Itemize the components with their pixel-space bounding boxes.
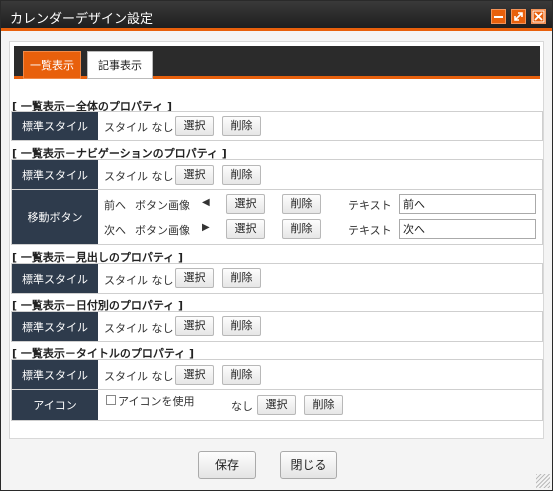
prev-delete-button[interactable]: 削除 [282,194,321,214]
tab-bar: 一覧表示 記事表示 [14,46,540,79]
save-button[interactable]: 保存 [198,451,256,479]
table-all-properties: 標準スタイル スタイル なし 選択 削除 [11,111,543,141]
icon-delete-button[interactable]: 削除 [304,395,343,415]
prev-text-label: テキスト [348,199,392,212]
window-title: カレンダーデザイン設定 [10,12,154,27]
select-button[interactable]: 選択 [175,165,214,185]
icon-value: なし [231,400,253,413]
select-button[interactable]: 選択 [175,316,214,336]
prev-arrow-icon: ◀ [202,197,210,208]
label-standard-style: 標準スタイル [12,360,98,389]
button-image-label: ボタン画像 [135,199,190,212]
close-icon[interactable] [531,9,546,24]
table-date-properties: 標準スタイル スタイル なし 選択 削除 [11,311,543,342]
delete-button[interactable]: 削除 [222,165,261,185]
next-delete-button[interactable]: 削除 [282,219,321,239]
prev-label: 前へ [104,199,126,212]
close-button[interactable]: 閉じる [280,451,337,479]
maximize-icon[interactable] [511,9,526,24]
content-panel: 一覧表示 記事表示 [ 一覧表示－全体のプロパティ ] 標準スタイル スタイル … [9,41,544,439]
label-standard-style: 標準スタイル [12,160,98,189]
delete-button[interactable]: 削除 [222,316,261,336]
table-nav-properties: 標準スタイル スタイル なし 選択 削除 移動ボタン 前へ ボタン画像 ◀ 選択… [11,159,543,245]
row-icon: アイコン アイコンを使用 なし 選択 削除 [12,390,542,420]
dialog-window: カレンダーデザイン設定 一覧表示 記事表示 [ 一覧表示－全体のプロパティ ] … [0,0,553,491]
label-icon: アイコン [12,390,98,420]
prev-text-input[interactable] [399,194,536,214]
minimize-icon[interactable] [491,9,506,24]
tab-list-view[interactable]: 一覧表示 [23,51,81,79]
icon-select-button[interactable]: 選択 [257,395,296,415]
use-icon-label: アイコンを使用 [118,395,195,408]
select-button[interactable]: 選択 [175,365,214,385]
style-value: スタイル なし [104,322,174,335]
next-label: 次へ [104,224,126,237]
next-text-input[interactable] [399,219,536,239]
tab-article-view[interactable]: 記事表示 [87,51,153,79]
style-value: スタイル なし [104,370,174,383]
style-value: スタイル なし [104,121,174,134]
style-value: スタイル なし [104,274,174,287]
next-arrow-icon: ▶ [202,222,210,233]
delete-button[interactable]: 削除 [222,268,261,288]
label-move-button: 移動ボタン [12,190,98,244]
style-value: スタイル なし [104,170,174,183]
label-standard-style: 標準スタイル [12,112,98,140]
table-heading-properties: 標準スタイル スタイル なし 選択 削除 [11,263,543,294]
label-standard-style: 標準スタイル [12,312,98,341]
delete-button[interactable]: 削除 [222,116,261,136]
row-standard-style: 標準スタイル スタイル なし 選択 削除 [12,360,542,390]
row-standard-style: 標準スタイル スタイル なし 選択 削除 [12,264,542,293]
select-button[interactable]: 選択 [175,268,214,288]
row-move-button: 移動ボタン 前へ ボタン画像 ◀ 選択 削除 テキスト 次へ ボタン画像 ▶ 選… [12,190,542,244]
resize-grip-icon[interactable] [536,474,550,488]
title-bar[interactable]: カレンダーデザイン設定 [1,1,552,31]
table-title-properties: 標準スタイル スタイル なし 選択 削除 アイコン アイコンを使用 なし 選択 … [11,359,543,421]
label-standard-style: 標準スタイル [12,264,98,293]
dialog-footer: 保存 閉じる [9,439,544,487]
select-button[interactable]: 選択 [175,116,214,136]
next-text-label: テキスト [348,224,392,237]
use-icon-checkbox[interactable] [106,395,116,405]
row-standard-style: 標準スタイル スタイル なし 選択 削除 [12,312,542,341]
next-select-button[interactable]: 選択 [226,219,265,239]
button-image-label: ボタン画像 [135,224,190,237]
row-standard-style: 標準スタイル スタイル なし 選択 削除 [12,160,542,190]
delete-button[interactable]: 削除 [222,365,261,385]
row-standard-style: 標準スタイル スタイル なし 選択 削除 [12,112,542,140]
prev-select-button[interactable]: 選択 [226,194,265,214]
